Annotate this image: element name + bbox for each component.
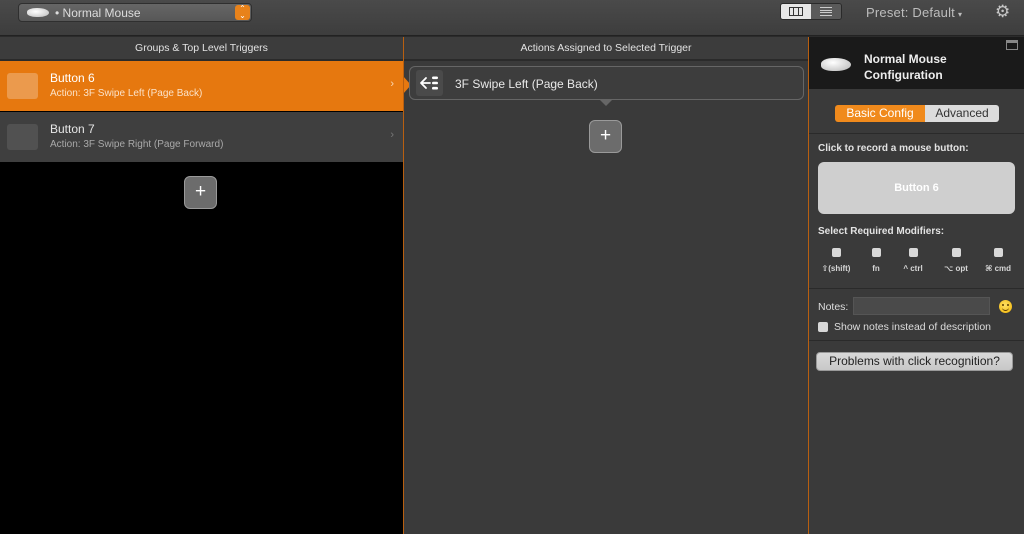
select-stepper-icon[interactable]: ⌃ ⌄ <box>235 5 250 20</box>
preset-selector[interactable]: Preset: Default ▾ <box>866 5 962 20</box>
tab-advanced[interactable]: Advanced <box>925 105 999 122</box>
modifiers-label: Select Required Modifiers: <box>818 226 945 237</box>
mouse-icon <box>27 8 49 17</box>
panel-header: Normal Mouse Configuration <box>809 37 1024 89</box>
add-action-button[interactable]: + <box>589 120 622 153</box>
checkbox[interactable] <box>908 248 918 257</box>
view-mode-segmented-control <box>780 3 842 20</box>
device-select[interactable]: • Normal Mouse ⌃ ⌄ <box>18 3 252 22</box>
notes-input[interactable] <box>853 297 990 315</box>
preset-label: Preset: Default <box>866 5 955 20</box>
action-card-tail <box>600 100 612 106</box>
mouse-icon <box>821 58 851 71</box>
click-recognition-help-button[interactable]: Problems with click recognition? <box>816 352 1013 371</box>
trigger-row-button-6[interactable]: Button 6 Action: 3F Swipe Left (Page Bac… <box>0 61 403 111</box>
checkbox[interactable] <box>951 248 961 257</box>
trigger-subtitle: Action: 3F Swipe Left (Page Back) <box>50 88 203 99</box>
window-icon[interactable] <box>1006 40 1018 50</box>
checkbox[interactable] <box>993 248 1003 257</box>
trigger-title: Button 6 <box>50 71 95 85</box>
notes-label: Notes: <box>818 301 849 313</box>
trigger-subtitle: Action: 3F Swipe Right (Page Forward) <box>50 139 224 150</box>
divider <box>809 340 1024 341</box>
checkbox[interactable] <box>831 248 841 257</box>
show-notes-checkbox[interactable] <box>818 322 828 332</box>
config-tabs: Basic Config Advanced <box>835 105 999 122</box>
list-view-button[interactable] <box>811 4 841 19</box>
record-label: Click to record a mouse button: <box>818 143 969 154</box>
list-icon <box>820 7 832 16</box>
chevron-right-icon: › <box>390 78 394 90</box>
columns-icon <box>789 7 803 16</box>
gear-icon[interactable]: ⚙ <box>995 2 1010 22</box>
triggers-list: Button 6 Action: 3F Swipe Left (Page Bac… <box>0 61 403 534</box>
modifier-opt[interactable]: ⌥ opt <box>934 248 978 273</box>
actions-list: 3F Swipe Left (Page Back) + <box>403 61 808 534</box>
action-label: 3F Swipe Left (Page Back) <box>455 77 598 91</box>
trigger-thumbnail <box>7 73 38 99</box>
tab-basic-config[interactable]: Basic Config <box>835 105 925 122</box>
add-trigger-button[interactable]: + <box>184 176 217 209</box>
trigger-title: Button 7 <box>50 122 95 136</box>
divider <box>809 288 1024 289</box>
divider <box>809 133 1024 134</box>
column-divider <box>403 37 404 534</box>
action-item[interactable]: 3F Swipe Left (Page Back) <box>409 66 804 106</box>
show-notes-label: Show notes instead of description <box>834 321 992 333</box>
checkbox[interactable] <box>871 248 881 257</box>
caret-down-icon: ▾ <box>958 10 963 19</box>
emoji-icon[interactable] <box>999 300 1012 313</box>
configuration-panel: Normal Mouse Configuration Basic Config … <box>809 37 1024 534</box>
actions-column-header: Actions Assigned to Selected Trigger <box>404 37 808 60</box>
modifier-cmd[interactable]: ⌘ cmd <box>976 248 1020 273</box>
chevron-right-icon: › <box>390 129 394 141</box>
modifiers-group: ⇧(shift) fn ^ ctrl ⌥ opt ⌘ cmd <box>809 248 1024 278</box>
record-button-field[interactable]: Button 6 <box>818 162 1015 214</box>
modifier-shift[interactable]: ⇧(shift) <box>814 248 858 273</box>
show-notes-option[interactable]: Show notes instead of description <box>818 321 991 333</box>
column-view-button[interactable] <box>781 4 811 19</box>
toolbar: • Normal Mouse ⌃ ⌄ Preset: Default ▾ ⚙ <box>0 0 1024 36</box>
device-select-label: • Normal Mouse <box>55 5 141 20</box>
panel-title: Normal Mouse Configuration <box>864 52 947 82</box>
swipe-left-icon <box>416 70 443 96</box>
modifier-ctrl[interactable]: ^ ctrl <box>891 248 935 273</box>
triggers-column-header: Groups & Top Level Triggers <box>0 37 403 60</box>
trigger-row-button-7[interactable]: Button 7 Action: 3F Swipe Right (Page Fo… <box>0 112 403 162</box>
trigger-thumbnail <box>7 124 38 150</box>
